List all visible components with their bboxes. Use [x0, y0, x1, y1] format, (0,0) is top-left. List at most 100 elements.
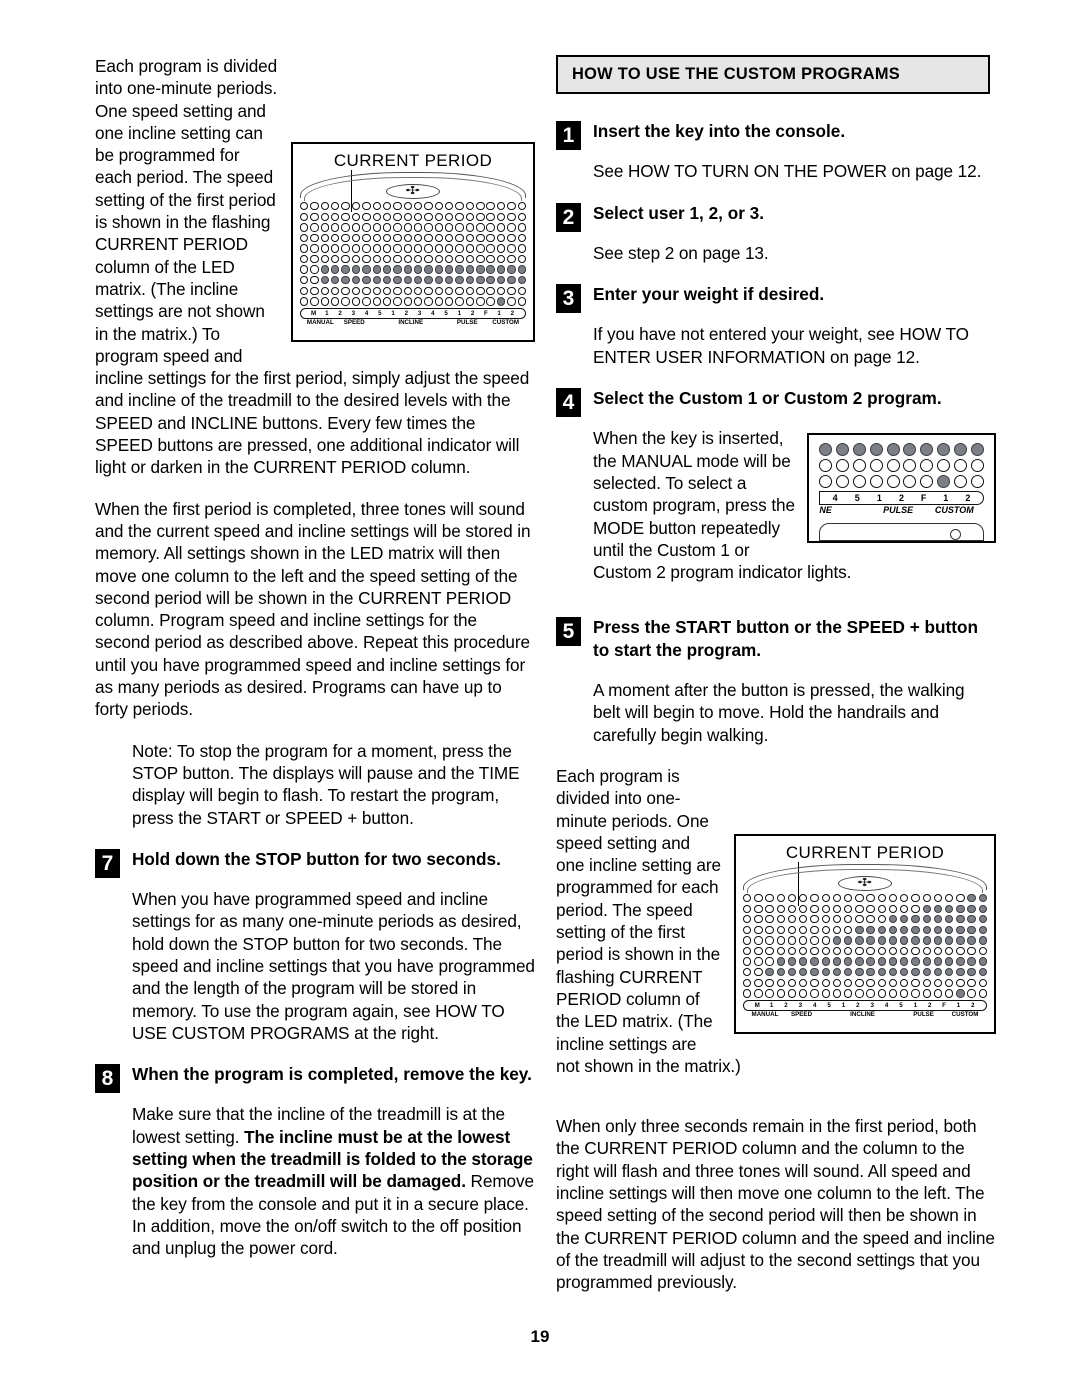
led-indicator-off [300, 212, 309, 221]
led-indicator-off [799, 946, 808, 956]
console-knob-icon [950, 529, 961, 541]
scale-tick-label: 1 [913, 1001, 918, 1009]
led-indicator-on [970, 443, 984, 457]
step-2-title: Select user 1, 2, or 3. [593, 202, 765, 223]
led-indicator-off [476, 244, 485, 253]
scale-tick-label: F [920, 493, 927, 504]
led-indicator-off [920, 459, 934, 473]
led-indicator-off [799, 936, 808, 945]
led-indicator-off [362, 297, 371, 306]
led-indicator-on [900, 925, 909, 935]
led-indicator-off [424, 233, 433, 243]
led-indicator-off [944, 893, 954, 903]
led-indicator-off [765, 978, 774, 987]
led-indicator-off [888, 893, 898, 903]
led-indicator-off [866, 989, 875, 998]
led-indicator-off [434, 244, 444, 253]
led-indicator-off [900, 946, 909, 956]
led-indicator-off [351, 297, 361, 306]
scale-tick-label: M [754, 1001, 760, 1009]
led-indicator-off [835, 459, 849, 473]
led-indicator-off [331, 286, 340, 296]
led-row [743, 915, 987, 924]
led-indicator-off [341, 297, 350, 306]
led-indicator-off [776, 925, 786, 935]
led-indicator-off [382, 254, 392, 264]
led-indicator-on [843, 957, 853, 966]
step-8-number: 8 [95, 1064, 120, 1094]
led-indicator-on [888, 925, 898, 935]
led-indicator-on [465, 265, 475, 274]
scale-tick-label: 2 [965, 493, 971, 504]
scale-tick-label: 2 [510, 309, 515, 317]
led-indicator-off [765, 946, 774, 956]
led-indicator-off [331, 212, 340, 221]
led-indicator-on [911, 925, 920, 935]
led-indicator-off [765, 925, 774, 935]
led-indicator-off [866, 915, 875, 924]
led-indicator-off [465, 202, 475, 211]
led-indicator-off [507, 202, 516, 211]
led-indicator-on [922, 957, 931, 966]
led-indicator-off [320, 202, 330, 211]
led-indicator-on [978, 936, 987, 945]
led-indicator-off [362, 254, 371, 264]
led-indicator-on [937, 443, 951, 457]
led-indicator-off [362, 212, 371, 221]
led-indicator-off [455, 202, 464, 211]
led-indicator-on [877, 967, 887, 977]
step-7: 7 Hold down the STOP button for two seco… [95, 848, 535, 878]
led-indicator-on [944, 915, 954, 924]
led-indicator-off [810, 893, 819, 903]
led-indicator-on [372, 265, 381, 274]
led-indicator-off [320, 297, 330, 306]
led-indicator-on [922, 925, 931, 935]
led-indicator-on [351, 276, 361, 285]
led-indicator-off [922, 989, 931, 998]
led-indicator-off [372, 233, 381, 243]
led-indicator-off [754, 989, 763, 998]
scale-tick-label: 4 [832, 493, 838, 504]
led-indicator-off [832, 978, 842, 987]
led-indicator-off [776, 946, 786, 956]
led-indicator-on [866, 936, 875, 945]
led-indicator-off [382, 286, 392, 296]
led-indicator-off [320, 254, 330, 264]
led-indicator-off [310, 254, 319, 264]
console-scale: M123451234512F12 [300, 307, 526, 319]
led-indicator-off [832, 925, 842, 935]
led-indicator-off [900, 989, 909, 998]
led-indicator-off [765, 957, 774, 966]
step-2: 2 Select user 1, 2, or 3. [556, 202, 996, 232]
led-row [743, 936, 987, 945]
led-indicator-off [434, 254, 444, 264]
led-indicator-off [819, 459, 832, 473]
led-indicator-on [967, 936, 976, 945]
step-4-number: 4 [556, 388, 581, 418]
led-indicator-off [799, 893, 808, 903]
step-7-body: When you have programmed speed and incli… [132, 889, 535, 1043]
led-row [300, 202, 526, 211]
led-indicator-off [821, 989, 830, 998]
led-indicator-off [852, 475, 866, 489]
group-label: MANUAL [306, 318, 334, 326]
led-indicator-off [855, 978, 864, 987]
led-indicator-on [956, 936, 965, 945]
led-indicator-off [372, 244, 381, 253]
scale-tick-label: F [483, 309, 488, 317]
scale-tick-label: 2 [856, 1001, 860, 1009]
led-row [743, 925, 987, 935]
step-7-title: Hold down the STOP button for two second… [132, 848, 501, 869]
led-indicator-off [843, 946, 853, 956]
led-indicator-off [888, 989, 898, 998]
led-indicator-on [967, 893, 976, 903]
led-indicator-on [821, 957, 830, 966]
led-indicator-on [517, 276, 526, 285]
led-indicator-off [933, 989, 943, 998]
led-indicator-off [393, 233, 402, 243]
led-indicator-on [900, 915, 909, 924]
led-indicator-off [341, 244, 350, 253]
led-matrix [743, 893, 987, 998]
led-indicator-off [496, 233, 506, 243]
led-indicator-on [496, 297, 506, 306]
